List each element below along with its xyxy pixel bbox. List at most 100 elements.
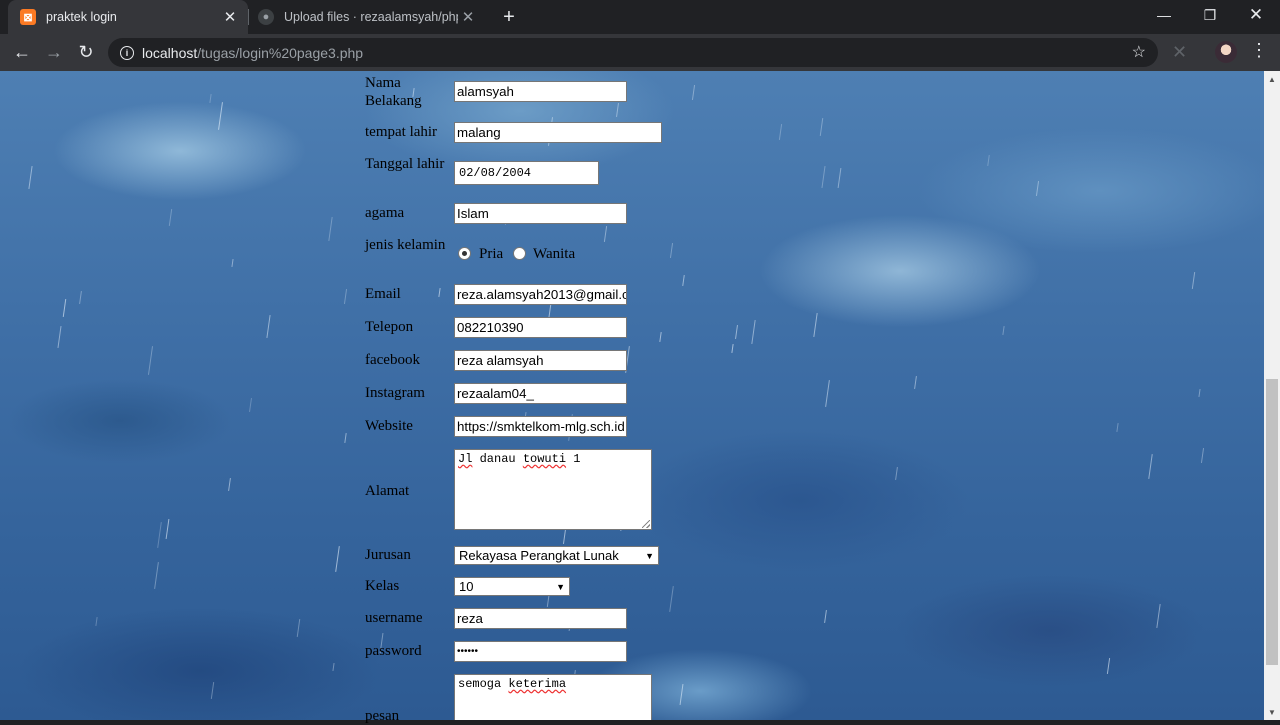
rain-streak	[731, 343, 734, 354]
rain-streak	[751, 320, 756, 344]
close-icon[interactable]: ✕	[220, 7, 240, 27]
radio-label-pria: Pria	[479, 246, 504, 262]
rain-streak	[95, 616, 98, 627]
bookmark-star-icon[interactable]: ☆	[1132, 42, 1146, 62]
alamat-word: 1	[573, 452, 581, 466]
extension-icon[interactable]: ✕	[1172, 42, 1187, 63]
scroll-down-arrow-icon[interactable]: ▼	[1264, 704, 1280, 720]
email-input[interactable]: reza.alamsyah2013@gmail.com	[454, 284, 627, 305]
pesan-textarea[interactable]: semoga keterima	[454, 674, 652, 720]
label-alamat: Alamat	[365, 483, 410, 499]
radio-pria[interactable]	[458, 247, 471, 260]
rain-streak	[218, 102, 223, 130]
agama-input[interactable]: Islam	[454, 203, 627, 224]
github-icon: ●	[258, 9, 274, 25]
label-kelas: Kelas	[365, 578, 400, 594]
close-icon[interactable]: ✕	[458, 7, 478, 27]
rain-streak	[147, 346, 154, 375]
minimize-button[interactable]: —	[1141, 0, 1187, 30]
url-path: /tugas/login%20page3.php	[197, 44, 364, 61]
rain-streak	[603, 226, 608, 242]
label-tempat-lahir: tempat lahir	[365, 124, 438, 140]
telepon-input[interactable]: 082210390	[454, 317, 627, 338]
rain-streak	[819, 118, 824, 136]
tab-divider	[248, 9, 249, 25]
nama-belakang-input[interactable]: alamsyah	[454, 81, 627, 102]
password-input[interactable]: ••••••	[454, 641, 627, 662]
instagram-input[interactable]: rezaalam04_	[454, 383, 627, 404]
facebook-input[interactable]: reza alamsyah	[454, 350, 627, 371]
kelas-select[interactable]: 10 ▼	[454, 577, 570, 596]
rain-streak	[669, 586, 674, 612]
dropdown-arrow-icon: ▼	[645, 550, 654, 561]
tab-title: Upload files · rezaalamsyah/php2	[284, 10, 458, 24]
rain-streak	[328, 217, 333, 241]
rain-streak	[335, 546, 340, 572]
address-bar[interactable]: i localhost /tugas/login%20page3.php ☆	[108, 38, 1158, 67]
rain-streak	[266, 315, 271, 338]
label-tanggal-lahir: Tanggal lahir	[365, 156, 445, 172]
label-email: Email	[365, 286, 401, 302]
alamat-textarea[interactable]: Jl danau towuti 1	[454, 449, 652, 530]
rain-streak	[157, 522, 162, 548]
rain-streak	[231, 258, 234, 268]
rain-streak	[1106, 658, 1111, 674]
resize-grip-icon[interactable]	[642, 520, 650, 528]
radio-wanita[interactable]	[513, 247, 526, 260]
vertical-scrollbar[interactable]: ▲ ▼	[1264, 71, 1280, 720]
rain-streak	[62, 299, 67, 317]
forward-button[interactable]: →	[40, 38, 68, 66]
rain-streak	[1116, 422, 1119, 433]
rain-streak	[154, 562, 159, 589]
scroll-up-arrow-icon[interactable]: ▲	[1264, 71, 1280, 87]
rain-streak	[1200, 448, 1205, 463]
rain-streak	[1148, 454, 1153, 479]
tanggal-lahir-input[interactable]: 02/08/2004	[454, 161, 599, 185]
tab-praktek-login[interactable]: ⊠ praktek login ✕	[8, 0, 248, 34]
rain-streak	[1198, 388, 1201, 398]
info-icon[interactable]: i	[120, 45, 134, 60]
scrollbar-thumb[interactable]	[1266, 379, 1278, 665]
rain-streak	[344, 432, 347, 444]
label-nama-belakang: Nama Belakang	[365, 75, 422, 109]
pesan-word: semoga	[458, 677, 502, 691]
rain-streak	[228, 477, 231, 492]
label-agama: agama	[365, 205, 405, 221]
rain-streak	[165, 519, 170, 539]
rain-streak	[79, 290, 82, 305]
tempat-lahir-input[interactable]: malang	[454, 122, 662, 143]
url-host: localhost	[142, 44, 198, 61]
alamat-word: Jl	[458, 452, 473, 466]
rain-streak	[813, 313, 818, 337]
rain-streak	[659, 331, 662, 343]
restore-button[interactable]: ❐	[1187, 0, 1233, 30]
rain-streak	[691, 85, 696, 100]
label-jurusan: Jurusan	[365, 547, 411, 563]
label-telepon: Telepon	[365, 319, 414, 335]
dropdown-arrow-icon: ▼	[556, 581, 565, 592]
alamat-word: danau	[479, 452, 516, 466]
website-input[interactable]: https://smktelkom-mlg.sch.id	[454, 416, 627, 437]
rain-streak	[332, 662, 335, 672]
pesan-word: keterima	[508, 677, 567, 691]
rain-streak	[837, 168, 842, 188]
reload-button[interactable]: ↻	[72, 38, 100, 66]
rain-streak	[562, 529, 567, 544]
tab-upload-files[interactable]: ● Upload files · rezaalamsyah/php2 ✕	[250, 0, 486, 34]
username-input[interactable]: reza	[454, 608, 627, 629]
rain-streak	[616, 102, 619, 118]
profile-avatar[interactable]	[1215, 41, 1237, 63]
rain-streak	[679, 684, 684, 705]
new-tab-button[interactable]: +	[497, 5, 521, 29]
rain-streak	[210, 682, 215, 699]
radio-label-wanita: Wanita	[533, 246, 576, 262]
back-button[interactable]: ←	[8, 38, 36, 66]
rain-streak	[824, 609, 827, 624]
jurusan-select[interactable]: Rekayasa Perangkat Lunak ▼	[454, 546, 659, 565]
rain-streak	[778, 124, 783, 140]
browser-toolbar: ← → ↻ i localhost /tugas/login%20page3.p…	[0, 34, 1280, 71]
rain-streak	[1156, 604, 1161, 628]
window-close-button[interactable]: ✕	[1233, 0, 1279, 30]
menu-icon[interactable]: ⋮	[1250, 40, 1268, 61]
rain-streak	[821, 166, 826, 188]
